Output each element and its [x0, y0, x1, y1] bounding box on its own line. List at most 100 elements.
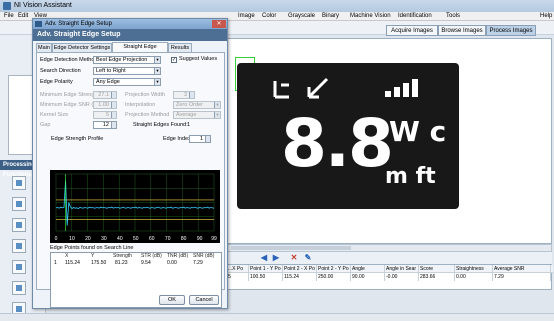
image-display[interactable]: 8.8 W c m ft — [226, 38, 552, 244]
x-tick-label: 40 — [117, 236, 123, 242]
edit-icon[interactable]: ✎ — [304, 254, 312, 262]
results-col-header: Average SNR — [493, 265, 551, 273]
x-tick-label: 80 — [181, 236, 187, 242]
results-col-header: Score — [419, 265, 455, 273]
tab-straight-edge-settings[interactable]: Straight Edge Settings — [112, 42, 168, 58]
dialog-icon — [35, 21, 42, 27]
results-cell: 250.00 — [317, 273, 351, 281]
tools-icon — [16, 306, 22, 312]
chevron-down-icon: ▼ — [214, 112, 220, 118]
x-tick-label: 30 — [101, 236, 107, 242]
function-icon[interactable] — [12, 197, 26, 211]
cancel-button[interactable]: Cancel — [189, 295, 219, 305]
x-tick-label: 60 — [149, 236, 155, 242]
search-direction-select[interactable]: Left to Right ▼ — [93, 67, 161, 75]
menu-file[interactable]: File — [4, 12, 14, 21]
arrow-icon — [307, 77, 329, 99]
gap-field[interactable]: 12 — [93, 121, 117, 129]
kernel-size-value: 5 — [105, 112, 109, 118]
signal-bar — [394, 87, 400, 97]
x-tick-label: 90 — [197, 236, 203, 242]
results-col-header: Point 2 - X Po — [283, 265, 317, 273]
menu-grayscale[interactable]: Grayscale — [288, 12, 315, 21]
edge-detection-method-value: Best Edge Projection — [96, 57, 148, 63]
edge-col-header: SNR (dB) — [193, 253, 215, 259]
menu-identification[interactable]: Identification — [398, 12, 432, 21]
edge-cell-x: 115.24 — [65, 260, 80, 266]
delete-icon[interactable]: ✕ — [290, 254, 298, 262]
close-icon[interactable]: ✕ — [212, 20, 226, 28]
back-arrow-icon[interactable]: ◀ — [260, 254, 268, 262]
spinner-icon[interactable] — [111, 92, 116, 98]
function-icon[interactable] — [12, 176, 26, 190]
acquire-images-button[interactable]: Acquire Images — [386, 25, 438, 36]
edge-cell-snr-db: 7.29 — [193, 260, 203, 266]
edge-row-index: 1 — [54, 260, 57, 266]
x-tick-label: 50 — [133, 236, 139, 242]
signal-bar — [412, 79, 418, 97]
spinner-icon[interactable] — [111, 112, 116, 118]
min-edge-strength-field[interactable]: 27.1 — [93, 91, 117, 99]
machine-vision-icon — [16, 243, 22, 249]
image-scrollbar[interactable] — [226, 244, 552, 252]
menu-machine-vision[interactable]: Machine Vision — [350, 12, 391, 21]
tab-results[interactable]: Results — [168, 43, 192, 52]
lcd-digits: 8.8 — [281, 105, 394, 182]
kernel-size-field[interactable]: 5 — [93, 111, 117, 119]
tab-main[interactable]: Main — [36, 43, 52, 52]
results-cell: 90.00 — [351, 273, 385, 281]
browse-images-button[interactable]: Browse Images — [438, 25, 486, 36]
dialog-title-bar[interactable]: Adv. Straight Edge Setup ✕ — [33, 19, 227, 29]
signal-bar — [385, 91, 391, 97]
interpolation-label: Interpolation — [125, 102, 156, 108]
edge-points-title: Edge Points found on Search Line — [50, 245, 134, 251]
edge-polarity-select[interactable]: Any Edge ▼ — [93, 78, 161, 86]
function-icon[interactable] — [12, 218, 26, 232]
results-row[interactable]: 5 100.50 115.24 250.00 90.00 -0.00 283.6… — [227, 273, 553, 281]
results-cell: 7.29 — [493, 273, 551, 281]
edge-col-header: STR (dB) — [141, 253, 162, 259]
suggest-values-label: Suggest Values — [179, 56, 218, 62]
function-icon[interactable] — [12, 281, 26, 295]
search-direction-value: Left to Right — [96, 68, 126, 74]
edge-polarity-value: Any Edge — [96, 79, 120, 85]
edge-detection-method-select[interactable]: Best Edge Projection ▼ — [93, 56, 161, 64]
x-tick-label: 70 — [165, 236, 171, 242]
x-tick-label: 10 — [69, 236, 75, 242]
menu-edit[interactable]: Edit — [18, 12, 28, 21]
menu-color[interactable]: Color — [262, 12, 276, 21]
scroll-thumb[interactable] — [231, 246, 351, 250]
projection-width-field[interactable]: 3 — [173, 91, 195, 99]
min-edge-snr-value: 1.00 — [98, 102, 109, 108]
results-cell: 0.00 — [455, 273, 493, 281]
min-edge-snr-field[interactable]: 1.00 — [93, 101, 117, 109]
grayscale-icon — [16, 201, 22, 207]
spinner-icon[interactable] — [205, 136, 210, 142]
edge-index-field[interactable]: 1 — [189, 135, 211, 143]
edge-cell-y: 175.50 — [91, 260, 107, 266]
image-icon — [16, 180, 22, 186]
menu-image[interactable]: Image — [238, 12, 255, 21]
menu-help[interactable]: Help — [540, 12, 552, 21]
function-icon[interactable] — [12, 260, 26, 274]
chevron-down-icon: ▼ — [154, 79, 160, 85]
interpolation-select[interactable]: Zero Order ▼ — [173, 101, 221, 109]
forward-arrow-icon[interactable]: ▶ — [272, 254, 280, 262]
projection-method-select[interactable]: Average ▼ — [173, 111, 221, 119]
menu-binary[interactable]: Binary — [322, 12, 339, 21]
spinner-icon[interactable] — [189, 92, 194, 98]
spinner-icon[interactable] — [111, 102, 116, 108]
edge-strength-plot: 0 10 20 30 40 50 60 70 80 90 99 — [55, 173, 217, 242]
binary-icon — [16, 222, 22, 228]
menu-tools[interactable]: Tools — [446, 12, 460, 21]
lcd-image: 8.8 W c m ft — [237, 63, 459, 209]
function-icon[interactable] — [12, 239, 26, 253]
app-title: NI Vision Assistant — [14, 2, 72, 9]
ok-button[interactable]: OK — [159, 295, 185, 305]
results-toolbar: ◀ ▶ ✕ ✎ — [226, 252, 552, 264]
suggest-values-checkbox[interactable]: ✓ — [171, 57, 177, 63]
process-images-button[interactable]: Process Images — [486, 25, 536, 36]
tab-edge-detector-settings[interactable]: Edge Detector Settings — [52, 43, 112, 52]
color-icon — [16, 264, 22, 270]
spinner-icon[interactable] — [111, 122, 116, 128]
